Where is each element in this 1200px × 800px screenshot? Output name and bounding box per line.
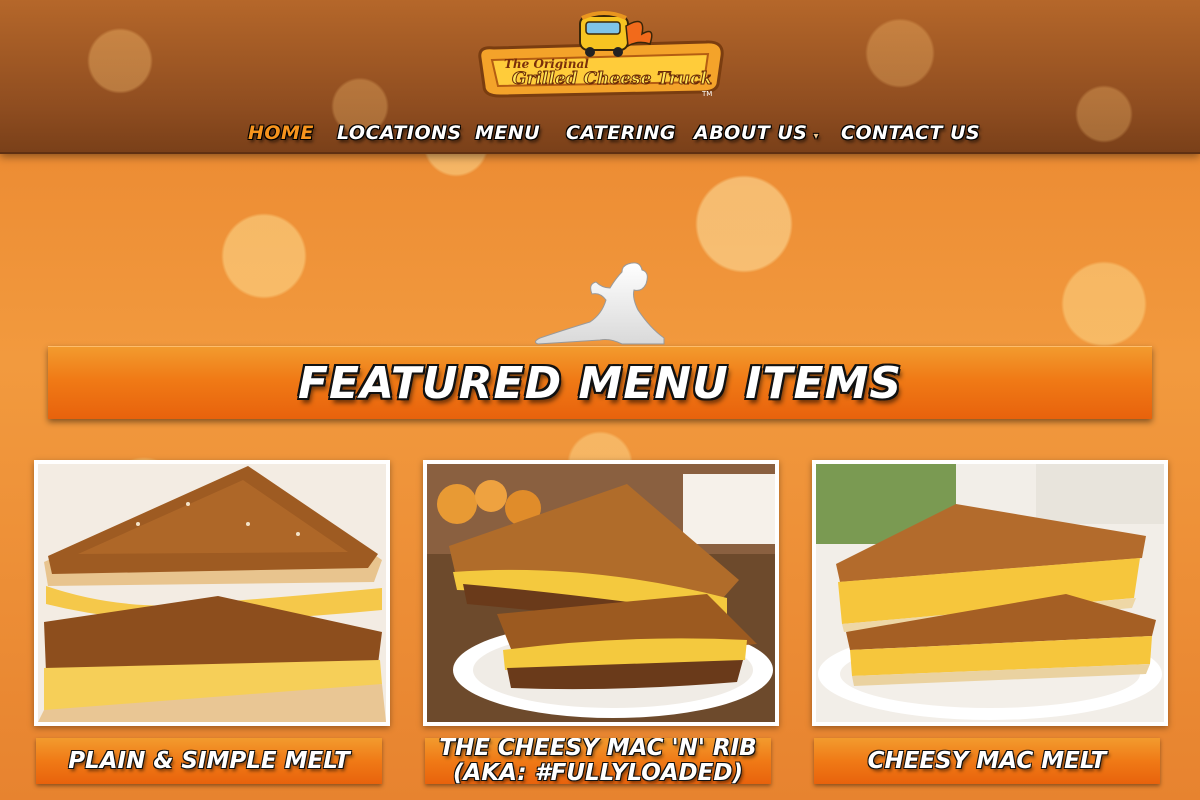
menu-item-card[interactable]: CHEESY MAC MELT xyxy=(812,460,1168,800)
menu-item-name: PLAIN & SIMPLE MELT xyxy=(68,747,350,774)
nav-contact-us-label: CONTACT US xyxy=(841,122,981,144)
nav-locations[interactable]: LOCATIONS xyxy=(337,116,462,150)
nav-about-us-label: ABOUT US xyxy=(694,122,808,144)
menu-item-label[interactable]: THE CHEESY MAC 'N' RIB (AKA: #FULLYLOADE… xyxy=(425,738,771,784)
menu-item-card[interactable]: THE CHEESY MAC 'N' RIB (AKA: #FULLYLOADE… xyxy=(423,460,779,800)
nav-locations-label: LOCATIONS xyxy=(337,122,462,144)
nav-catering-label: CATERING xyxy=(566,122,676,144)
menu-item-label[interactable]: CHEESY MAC MELT xyxy=(814,738,1160,784)
featured-banner: FEATURED MENU ITEMS xyxy=(48,346,1152,419)
site-logo[interactable]: The Original Grilled Cheese Truck TM xyxy=(470,8,732,98)
nav-home-label: HOME xyxy=(248,122,314,144)
reclining-woman-silhouette-icon xyxy=(530,258,670,348)
chevron-down-icon[interactable]: ▾ xyxy=(813,131,819,142)
nav-menu[interactable]: MENU xyxy=(475,116,540,150)
menu-item-label[interactable]: PLAIN & SIMPLE MELT xyxy=(36,738,382,784)
nav-home[interactable]: HOME xyxy=(248,116,314,150)
nav-menu-label: MENU xyxy=(475,122,541,144)
menu-item-name-line2: (AKA: #FULLYLOADED) xyxy=(453,760,743,785)
nav-catering[interactable]: CATERING xyxy=(566,116,676,150)
menu-item-card[interactable]: PLAIN & SIMPLE MELT xyxy=(34,460,390,800)
cheesy-mac-melt-photo[interactable] xyxy=(812,460,1168,726)
menu-item-name: CHEESY MAC MELT xyxy=(867,747,1107,774)
nav-contact-us[interactable]: CONTACT US xyxy=(841,116,980,150)
logo-trademark: TM xyxy=(701,90,712,98)
main-nav: HOME LOCATIONS MENU CATERING ABOUT US ▾ C… xyxy=(0,116,1200,152)
featured-title: FEATURED MENU ITEMS xyxy=(297,358,903,409)
nav-about-us[interactable]: ABOUT US ▾ xyxy=(694,116,819,150)
logo-text-line2: Grilled Cheese Truck xyxy=(512,69,712,89)
site-header: The Original Grilled Cheese Truck TM HOM… xyxy=(0,0,1200,154)
plain-simple-melt-photo[interactable] xyxy=(34,460,390,726)
cheesy-mac-n-rib-photo[interactable] xyxy=(423,460,779,726)
menu-item-name-line1: THE CHEESY MAC 'N' RIB xyxy=(439,738,757,761)
